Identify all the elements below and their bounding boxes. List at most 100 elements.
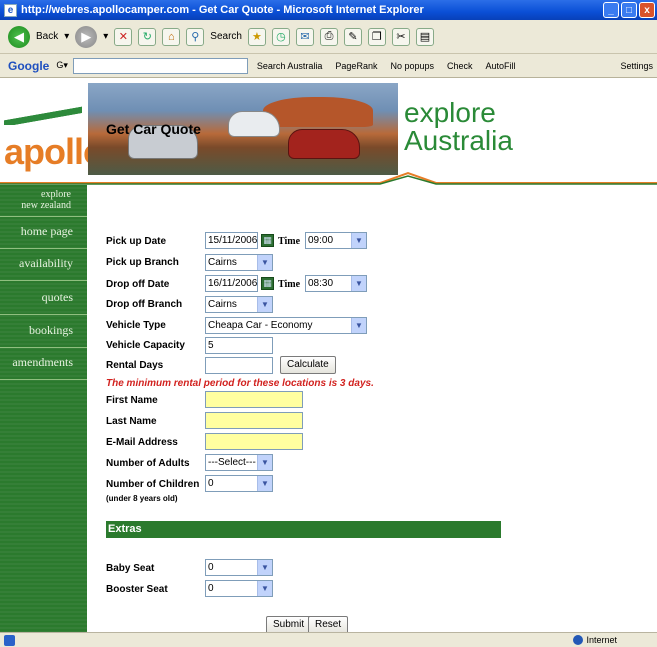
sidebar-item-availability[interactable]: availability [19,257,73,270]
dropoff-branch-select[interactable]: Cairns ▼ [205,296,273,313]
print-icon[interactable]: ⎙ [319,27,338,46]
google-search-input[interactable] [72,57,248,74]
pickup-time-select[interactable]: 09:00 ▼ [305,232,367,249]
edit-icon[interactable]: ✎ [343,27,362,46]
refresh-icon[interactable]: ↻ [138,27,157,46]
last-name-field[interactable] [205,412,303,429]
vehicle-capacity-label: Vehicle Capacity [106,340,185,351]
first-name-field[interactable] [205,391,303,408]
apollo-logo[interactable]: apollo [0,91,105,181]
dropoff-calendar-icon[interactable]: ▦ [261,277,274,290]
pagerank-button[interactable]: PageRank [331,59,381,73]
chevron-down-icon: ▼ [257,560,272,575]
home-icon[interactable]: ⌂ [162,27,181,46]
copy-icon[interactable]: ❐ [367,27,386,46]
globe-icon [573,635,584,645]
status-bar: Internet [0,632,657,647]
google-toolbar: Google G▾ Search Australia PageRank No p… [0,54,657,78]
white-car-icon [228,111,280,137]
first-name-label: First Name [106,395,158,406]
tagline-line1: explore [404,97,496,128]
rental-days-field[interactable] [205,357,273,374]
dropoff-branch-label: Drop off Branch [106,299,183,310]
browser-toolbar: ◀ Back ▾ ▶ ▾ ✕ ↻ ⌂ ⚲ Search ★ ◷ ✉ ⎙ ✎ ❐ … [0,20,657,54]
no-popups-button[interactable]: No popups [386,59,438,73]
search-label[interactable]: Search [210,31,242,42]
vehicle-capacity-field[interactable]: 5 [205,337,273,354]
sidebar-nav: explore new zealand home page availabili… [0,185,87,632]
settings-button[interactable]: Settings [616,59,657,73]
dropoff-time-select[interactable]: 08:30 ▼ [305,275,367,292]
calculate-button[interactable]: Calculate [280,356,336,374]
forward-icon[interactable]: ▶ [75,25,98,48]
stop-icon[interactable]: ✕ [114,27,133,46]
back-label[interactable]: Back [36,31,58,42]
baby-seat-label: Baby Seat [106,563,155,574]
sidebar-item-amendments[interactable]: amendments [12,356,73,369]
cut-icon[interactable]: ✂ [391,27,410,46]
sidebar-item-label: explore [41,189,71,200]
back-icon[interactable]: ◀ [8,25,30,48]
booster-seat-select[interactable]: 0 ▼ [205,580,273,597]
minimize-button[interactable]: _ [603,2,619,18]
email-label: E-Mail Address [106,437,178,448]
pickup-branch-value: Cairns [208,257,237,268]
google-logo[interactable]: Google [8,59,49,73]
maximize-button[interactable]: □ [621,2,637,18]
sidebar-item-bookings[interactable]: bookings [29,324,73,337]
sidebar-item-quotes[interactable]: quotes [42,291,73,304]
chevron-down-icon: ▼ [351,318,366,333]
extras-header: Extras [106,521,501,538]
zone-indicator: Internet [573,635,617,645]
close-button[interactable]: x [639,2,655,18]
banner-swoosh-line [0,171,657,185]
children-select[interactable]: 0 ▼ [205,475,273,492]
pickup-date-field[interactable]: 15/11/2006 [205,232,258,249]
minimum-rental-warning: The minimum rental period for these loca… [106,378,374,389]
back-dropdown-icon[interactable]: ▾ [64,31,69,42]
window-titlebar: e http://webres.apollocamper.com - Get C… [0,0,657,20]
zone-label: Internet [586,635,617,645]
check-button[interactable]: Check [443,59,477,73]
forward-dropdown-icon[interactable]: ▾ [103,31,108,42]
dropoff-branch-value: Cairns [208,299,237,310]
adults-value: ---Select--- [208,457,256,468]
pickup-branch-select[interactable]: Cairns ▼ [205,254,273,271]
nav-divider [0,280,87,281]
search-icon[interactable]: ⚲ [186,27,205,46]
children-label: Number of Children [106,479,200,490]
last-name-label: Last Name [106,416,157,427]
nav-divider [0,314,87,315]
pickup-calendar-icon[interactable]: ▦ [261,234,274,247]
pickup-time-value: 09:00 [308,235,334,246]
baby-seat-select[interactable]: 0 ▼ [205,559,273,576]
sidebar-item-home[interactable]: home page [21,225,73,238]
dropoff-time-value: 08:30 [308,278,334,289]
site-banner: apollo explore Australia [0,79,657,185]
favorites-icon[interactable]: ★ [247,27,266,46]
adults-select[interactable]: ---Select--- ▼ [205,454,273,471]
dropoff-date-label: Drop off Date [106,279,170,290]
mail-icon[interactable]: ✉ [295,27,314,46]
sidebar-item-explore-nz[interactable]: explore new zealand [21,189,71,211]
tagline-line2: Australia [404,125,513,156]
chevron-down-icon: ▼ [257,297,272,312]
search-australia-button[interactable]: Search Australia [253,59,327,73]
booster-seat-value: 0 [208,583,214,594]
vehicle-type-value: Cheapa Car - Economy [208,320,313,331]
chevron-down-icon: ▼ [257,455,272,470]
google-dropdown-icon[interactable]: G▾ [56,60,68,71]
children-value: 0 [208,478,214,489]
booster-seat-label: Booster Seat [106,584,168,595]
email-field[interactable] [205,433,303,450]
vehicle-type-select[interactable]: Cheapa Car - Economy ▼ [205,317,367,334]
page-title: Get Car Quote [106,121,201,137]
paste-icon[interactable]: ▤ [415,27,434,46]
history-icon[interactable]: ◷ [271,27,290,46]
window-controls: _ □ x [603,2,655,18]
autofill-button[interactable]: AutoFill [482,59,520,73]
children-note: (under 8 years old) [106,494,178,503]
dropoff-date-field[interactable]: 16/11/2006 [205,275,258,292]
sidebar-item-label: new zealand [21,200,71,211]
adults-label: Number of Adults [106,458,190,469]
